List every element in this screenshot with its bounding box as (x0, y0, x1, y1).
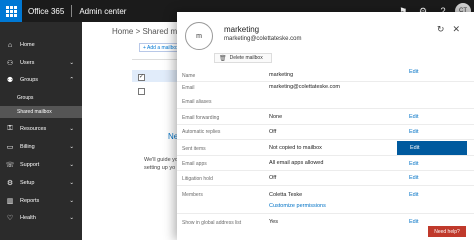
field-value-show-in-gal: Yes (269, 219, 278, 225)
field-label-email-forwarding: Email forwarding (182, 115, 220, 121)
chevron-down-icon: ⌄ (69, 162, 74, 168)
groups-icon: ⚉ (6, 77, 14, 84)
divider (177, 108, 474, 109)
breadcrumb[interactable]: Home > Shared mai (112, 27, 183, 36)
field-value-email-apps: All email apps allowed (269, 160, 324, 166)
sidebar-item-label: Health (20, 215, 36, 221)
edit-sent-items-label: Edit (410, 145, 420, 151)
field-label-members: Members (182, 192, 203, 198)
edit-email-apps-link[interactable]: Edit (409, 161, 418, 167)
field-value-name: marketing (269, 72, 294, 78)
brand-name[interactable]: Office 365 (28, 7, 64, 16)
edit-members-link[interactable]: Edit (409, 192, 418, 198)
sidebar-subitem-groups[interactable]: Groups (0, 92, 82, 104)
resources-icon: ⚿ (7, 125, 13, 132)
sidebar-item-label: Reports (20, 198, 40, 204)
field-label-email: Email (182, 85, 195, 91)
sidebar-item-label: Setup (20, 180, 35, 186)
edit-email-forwarding-link[interactable]: Edit (409, 114, 418, 120)
sidebar-item-users[interactable]: ⚇ Users ⌄ (0, 57, 82, 69)
row-checkbox[interactable] (138, 88, 145, 95)
chevron-up-icon: ⌃ (69, 77, 74, 83)
divider (177, 185, 474, 186)
sidebar-item-label: Billing (20, 144, 35, 150)
app-launcher-icon[interactable] (0, 0, 22, 22)
field-label-litigation-hold: Litigation hold (182, 176, 213, 182)
field-value-automatic-replies: Off (269, 129, 277, 135)
field-value-litigation-hold: Off (269, 175, 277, 181)
sidebar-item-setup[interactable]: ⚙ Setup ⌄ (0, 177, 82, 189)
sidebar: ⌂ Home ⚇ Users ⌄ ⚉ Groups ⌃ Groups Share… (0, 22, 82, 240)
sidebar-item-reports[interactable]: ▥ Reports ⌄ (0, 195, 82, 207)
divider (177, 170, 474, 171)
sidebar-item-health[interactable]: ♡ Health ⌄ (0, 212, 82, 224)
sidebar-item-resources[interactable]: ⚿ Resources ⌄ (0, 123, 82, 135)
edit-litigation-hold-link[interactable]: Edit (409, 175, 418, 181)
field-label-email-apps: Email apps (182, 161, 207, 167)
divider (177, 213, 474, 214)
mailbox-avatar: m (185, 22, 213, 50)
edit-show-in-gal-link[interactable]: Edit (409, 219, 418, 225)
health-icon: ♡ (6, 215, 14, 222)
sidebar-item-label: Resources (20, 126, 47, 132)
need-help-button[interactable]: Need help? (428, 226, 466, 237)
chevron-down-icon: ⌄ (69, 180, 74, 186)
chevron-down-icon: ⌄ (69, 126, 74, 132)
chevron-down-icon: ⌄ (69, 198, 74, 204)
field-label-name: Name (182, 73, 196, 79)
sidebar-item-home[interactable]: ⌂ Home (0, 39, 82, 51)
sidebar-item-label: Home (20, 42, 35, 48)
trash-icon: 🗑 (219, 55, 227, 62)
need-help-label: Need help? (434, 228, 460, 235)
close-icon[interactable]: ✕ (452, 24, 460, 35)
chevron-down-icon: ⌄ (69, 215, 74, 221)
home-icon: ⌂ (7, 41, 13, 49)
customize-permissions-link[interactable]: Customize permissions (269, 203, 326, 209)
chevron-down-icon: ⌄ (69, 144, 74, 150)
sidebar-item-billing[interactable]: ▭ Billing ⌄ (0, 141, 82, 153)
sidebar-item-label: Groups (20, 77, 39, 83)
edit-name-link[interactable]: Edit (409, 69, 418, 75)
field-value-members: Coletta Teske (269, 192, 303, 198)
sidebar-item-label: Groups (17, 95, 34, 101)
reports-icon: ▥ (6, 198, 14, 205)
sidebar-subitem-shared-mailbox[interactable]: Shared mailbox (0, 106, 82, 118)
field-value-sent-items: Not copied to mailbox (269, 145, 322, 151)
chevron-down-icon: ⌄ (69, 60, 74, 66)
support-icon: ☏ (5, 162, 15, 169)
sidebar-item-support[interactable]: ☏ Support ⌄ (0, 159, 82, 171)
refresh-icon[interactable]: ↻ (437, 24, 445, 35)
mailbox-email: marketing@colettateske.com (224, 36, 302, 42)
delete-mailbox-button[interactable]: 🗑 Delete mailbox (214, 53, 272, 63)
divider (71, 5, 73, 17)
field-label-sent-items: Sent items (182, 146, 206, 152)
divider (177, 139, 474, 140)
field-label-email-aliases: Email aliases (182, 99, 212, 105)
edit-automatic-replies-link[interactable]: Edit (409, 129, 418, 135)
edit-sent-items-button[interactable]: Edit (397, 141, 467, 155)
sidebar-item-label: Users (20, 60, 35, 66)
sidebar-item-label: Shared mailbox (17, 109, 52, 115)
mailbox-name: marketing (224, 25, 260, 34)
sidebar-item-groups[interactable]: ⚉ Groups ⌃ (0, 74, 82, 86)
mailbox-detail-panel: m marketing marketing@colettateske.com ↻… (177, 12, 474, 240)
field-value-email-forwarding: None (269, 114, 283, 120)
users-icon: ⚇ (6, 60, 14, 67)
divider (177, 81, 474, 82)
field-label-show-in-gal: Show in global address list (182, 220, 242, 226)
setup-icon: ⚙ (6, 180, 14, 187)
app-title: Admin center (79, 6, 127, 16)
sidebar-item-label: Support (20, 162, 40, 168)
divider (177, 124, 474, 125)
row-checkbox[interactable]: ✓ (138, 74, 145, 81)
field-label-automatic-replies: Automatic replies (182, 129, 221, 135)
billing-icon: ▭ (6, 144, 14, 151)
field-value-email: marketing@colettateske.com (269, 84, 341, 90)
delete-mailbox-label: Delete mailbox (229, 55, 263, 61)
divider (177, 155, 474, 156)
